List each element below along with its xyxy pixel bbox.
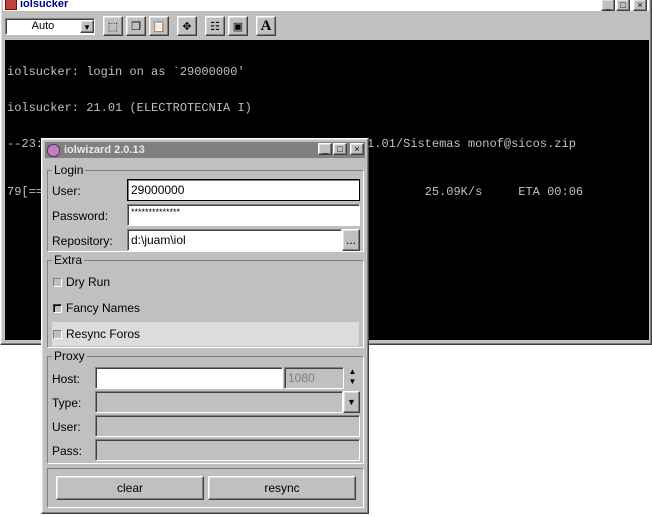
maximize-button[interactable]: □ <box>333 143 347 155</box>
console-title-bar[interactable]: iolsucker _ □ × <box>3 0 649 11</box>
spin-down-icon[interactable]: ▼ <box>345 377 360 387</box>
repository-input[interactable]: d:\juam\iol <box>127 229 342 251</box>
terminal-line: iolsucker: 21.01 (ELECTROTECNIA I) <box>7 101 252 115</box>
actions-group: clear resync <box>47 468 364 508</box>
terminal-line: iolsucker: login on as `29000000' <box>7 65 245 79</box>
proxy-port-input[interactable]: 1080 <box>284 367 344 389</box>
password-input[interactable]: ************** <box>127 204 360 226</box>
close-button[interactable]: × <box>350 143 364 155</box>
fancy-names-label: Fancy Names <box>66 301 141 315</box>
fancy-names-checkbox[interactable]: Fancy Names <box>52 296 359 320</box>
console-title: iolsucker <box>20 0 69 10</box>
maximize-button[interactable]: □ <box>616 0 630 11</box>
password-label: Password: <box>52 209 109 223</box>
dry-run-checkbox[interactable]: Dry Run <box>52 270 359 294</box>
mark-icon[interactable]: ⬚ <box>103 16 123 36</box>
spin-up-icon[interactable]: ▲ <box>345 367 360 377</box>
iolwizard-dialog: iolwizard 2.0.13 _ □ × Login User: 29000… <box>41 138 369 514</box>
checkbox-checked-icon[interactable] <box>53 303 62 313</box>
fullscreen-icon[interactable]: ✥ <box>177 16 197 36</box>
resync-foros-label: Resync Foros <box>66 327 141 341</box>
minimize-button[interactable]: _ <box>318 143 332 155</box>
resync-foros-checkbox[interactable]: Resync Foros <box>52 322 359 346</box>
proxy-group: Proxy Host: 1080 ▲ ▼ Type: ▼ User: Pass: <box>47 349 364 464</box>
font-icon[interactable]: A <box>256 16 276 36</box>
proxy-group-title: Proxy <box>52 349 87 363</box>
dry-run-label: Dry Run <box>66 275 111 289</box>
proxy-user-label: User: <box>52 420 81 434</box>
properties-icon[interactable]: ☷ <box>205 16 225 36</box>
dialog-title: iolwizard 2.0.13 <box>64 144 145 156</box>
dialog-title-bar[interactable]: iolwizard 2.0.13 _ □ × <box>45 142 365 158</box>
font-size-select[interactable]: Auto ▼ <box>5 17 95 35</box>
user-input[interactable]: 29000000 <box>127 179 360 201</box>
checkbox-icon[interactable] <box>53 277 62 287</box>
proxy-host-label: Host: <box>52 372 81 386</box>
copy-icon[interactable]: ❐ <box>126 16 146 36</box>
font-size-value: Auto <box>31 20 55 32</box>
proxy-host-input[interactable] <box>95 367 283 389</box>
browse-button[interactable]: ... <box>342 229 360 251</box>
chevron-down-icon[interactable]: ▼ <box>343 391 360 413</box>
login-group: Login User: 29000000 Password: *********… <box>47 163 364 252</box>
app-icon <box>5 0 17 10</box>
port-spinner[interactable]: ▲ ▼ <box>345 367 360 389</box>
user-label: User: <box>52 184 81 198</box>
chevron-down-icon[interactable]: ▼ <box>80 19 94 33</box>
paste-icon[interactable]: 📋 <box>149 16 169 36</box>
wizard-icon <box>47 143 60 157</box>
proxy-type-label: Type: <box>52 396 82 410</box>
background-icon[interactable]: ▣ <box>228 16 248 36</box>
resync-button[interactable]: resync <box>208 476 356 500</box>
extra-group-title: Extra <box>52 253 85 267</box>
extra-group: Extra Dry Run Fancy Names Resync Foros <box>47 253 364 348</box>
proxy-pass-input[interactable] <box>95 439 360 461</box>
close-button[interactable]: × <box>633 0 647 11</box>
proxy-user-input[interactable] <box>95 415 360 437</box>
minimize-button[interactable]: _ <box>601 0 615 11</box>
clear-button[interactable]: clear <box>56 476 204 500</box>
checkbox-icon[interactable] <box>53 329 62 339</box>
proxy-pass-label: Pass: <box>52 444 83 458</box>
login-group-title: Login <box>52 163 86 177</box>
console-toolbar: Auto ▼ ⬚ ❐ 📋 ✥ ☷ ▣ A <box>3 15 649 37</box>
proxy-type-select[interactable] <box>95 391 343 413</box>
repository-label: Repository: <box>52 234 113 248</box>
